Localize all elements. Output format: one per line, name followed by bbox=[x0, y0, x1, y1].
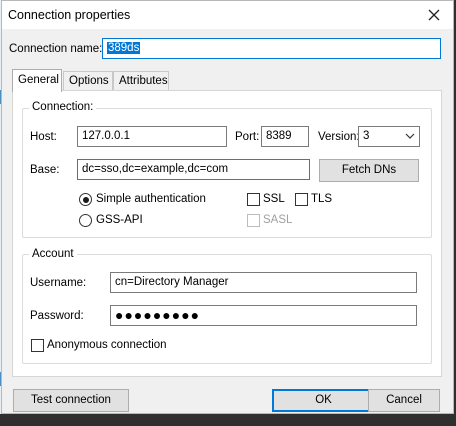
anonymous-connection-checkbox[interactable] bbox=[31, 339, 44, 352]
general-tab-panel: Connection: Host: 127.0.0.1 Port: 8389 V… bbox=[12, 90, 442, 377]
fetch-dns-label: Fetch DNs bbox=[341, 164, 397, 176]
simple-auth-radio[interactable] bbox=[79, 193, 92, 206]
version-value: 3 bbox=[363, 130, 370, 142]
tab-options[interactable]: Options bbox=[63, 71, 113, 91]
test-connection-button[interactable]: Test connection bbox=[13, 389, 129, 412]
tab-general[interactable]: General bbox=[12, 69, 62, 92]
test-connection-label: Test connection bbox=[31, 394, 111, 406]
ssl-label: SSL bbox=[263, 193, 285, 205]
sasl-label: SASL bbox=[263, 214, 293, 226]
ok-button[interactable]: OK bbox=[272, 389, 375, 412]
connection-group-title: Connection: bbox=[29, 101, 97, 113]
connection-name-input[interactable]: 389ds bbox=[102, 38, 441, 59]
password-input[interactable]: ●●●●●●●●● bbox=[110, 305, 417, 326]
connection-name-value: 389ds bbox=[107, 42, 141, 54]
base-value: dc=sso,dc=example,dc=com bbox=[82, 163, 229, 175]
port-input[interactable]: 8389 bbox=[261, 126, 309, 147]
cancel-label: Cancel bbox=[386, 394, 422, 406]
version-label: Version: bbox=[318, 131, 360, 143]
tls-label: TLS bbox=[311, 193, 333, 205]
title-bar: Connection properties bbox=[2, 1, 453, 29]
host-value: 127.0.0.1 bbox=[82, 130, 130, 142]
window-title: Connection properties bbox=[8, 8, 131, 22]
tls-checkbox[interactable] bbox=[295, 193, 308, 206]
close-icon bbox=[428, 9, 440, 21]
base-input[interactable]: dc=sso,dc=example,dc=com bbox=[77, 159, 310, 180]
port-value: 8389 bbox=[266, 130, 292, 142]
cancel-button[interactable]: Cancel bbox=[368, 389, 440, 412]
tab-label: General bbox=[18, 74, 59, 86]
connection-name-label: Connection name: bbox=[9, 43, 103, 55]
host-input[interactable]: 127.0.0.1 bbox=[77, 126, 227, 147]
username-value: cn=Directory Manager bbox=[115, 276, 229, 288]
version-select[interactable]: 3 bbox=[358, 126, 420, 147]
password-value: ●●●●●●●●● bbox=[115, 307, 201, 323]
chevron-down-icon bbox=[405, 133, 415, 139]
password-label: Password: bbox=[30, 310, 84, 322]
background-taskbar bbox=[0, 414, 456, 426]
connection-properties-dialog: Connection properties Connection name: 3… bbox=[1, 0, 454, 414]
sasl-checkbox[interactable] bbox=[247, 214, 260, 227]
host-label: Host: bbox=[30, 131, 57, 143]
close-button[interactable] bbox=[423, 5, 445, 25]
username-input[interactable]: cn=Directory Manager bbox=[110, 272, 417, 293]
simple-auth-label: Simple authentication bbox=[96, 193, 206, 205]
anonymous-connection-label: Anonymous connection bbox=[47, 339, 167, 351]
account-group-title: Account bbox=[29, 248, 77, 260]
username-label: Username: bbox=[30, 277, 87, 289]
port-label: Port: bbox=[235, 131, 260, 143]
tab-label: Options bbox=[69, 75, 109, 87]
gss-api-radio[interactable] bbox=[79, 214, 92, 227]
base-label: Base: bbox=[30, 164, 60, 176]
tab-attributes[interactable]: Attributes bbox=[113, 71, 169, 91]
tab-label: Attributes bbox=[119, 75, 168, 87]
ok-label: OK bbox=[315, 394, 332, 406]
fetch-dns-button[interactable]: Fetch DNs bbox=[319, 159, 419, 182]
ssl-checkbox[interactable] bbox=[247, 193, 260, 206]
gss-api-label: GSS-API bbox=[96, 214, 143, 226]
